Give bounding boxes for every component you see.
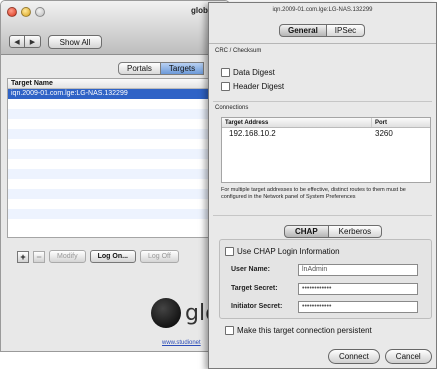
empty-row (8, 139, 229, 149)
persistent-row[interactable]: Make this target connection persistent (225, 326, 372, 335)
empty-row (8, 209, 229, 219)
initiator-secret-label: Initiator Secret: (231, 303, 283, 310)
log-on-button[interactable]: Log On... (89, 250, 136, 263)
persistent-checkbox[interactable] (225, 326, 234, 335)
back-arrow-icon[interactable]: ◀ (9, 35, 25, 48)
use-chap-checkbox[interactable] (225, 247, 234, 256)
target-secret-field[interactable]: •••••••••••• (298, 283, 418, 295)
header-digest-label: Header Digest (233, 82, 285, 91)
modify-button[interactable]: Modify (49, 250, 86, 263)
general-ipsec-tabs: General IPSec (279, 24, 366, 37)
use-chap-row[interactable]: Use CHAP Login Information (225, 247, 340, 256)
connections-label: Connections (215, 105, 249, 111)
data-digest-row[interactable]: Data Digest (221, 68, 275, 77)
target-secret-label: Target Secret: (231, 285, 278, 292)
back-window-titlebar: global ◀ ▶ Show All (1, 1, 229, 55)
routes-note: For multiple target addresses to be effe… (221, 187, 406, 200)
minimize-window-button[interactable] (21, 7, 31, 17)
use-chap-label: Use CHAP Login Information (237, 247, 340, 256)
header-digest-checkbox[interactable] (221, 82, 230, 91)
website-link[interactable]: www.studionet (162, 340, 201, 346)
logo-dot-icon (151, 298, 181, 328)
user-name-field[interactable]: lnAdmin (298, 264, 418, 276)
empty-row (8, 159, 229, 169)
connection-port: 3260 (375, 129, 393, 138)
target-address-column-header[interactable]: Target Address (222, 118, 372, 127)
divider (213, 101, 432, 102)
portals-targets-segmented-control: Portals Targets (118, 62, 205, 75)
tab-general[interactable]: General (279, 24, 327, 37)
empty-row (8, 189, 229, 199)
target-name-column-header[interactable]: Target Name (8, 79, 229, 89)
crc-checksum-label: CRC / Checksum (215, 48, 262, 54)
sheet-title: iqn.2009-01.com.lge:LG-NAS.132299 (272, 7, 373, 13)
targets-list[interactable]: Target Name iqn.2009-01.com.lge:LG-NAS.1… (7, 78, 229, 238)
data-digest-checkbox[interactable] (221, 68, 230, 77)
remove-target-button[interactable]: − (33, 250, 45, 263)
window-controls (7, 7, 45, 17)
zoom-window-button[interactable] (35, 7, 45, 17)
tab-kerberos[interactable]: Kerberos (328, 225, 383, 238)
show-all-button[interactable]: Show All (48, 35, 102, 49)
target-settings-sheet: iqn.2009-01.com.lge:LG-NAS.132299 Genera… (208, 2, 437, 369)
initiator-secret-field[interactable]: •••••••••••• (298, 301, 418, 313)
sheet-buttons: Connect Cancel (328, 349, 432, 364)
empty-row (8, 149, 229, 159)
tab-chap[interactable]: CHAP (284, 225, 329, 238)
port-column-header[interactable]: Port (372, 118, 430, 127)
target-actions: + − Modify Log On... Log Off (17, 250, 179, 263)
nav-buttons: ◀ ▶ (9, 35, 41, 48)
back-window: global ◀ ▶ Show All Portals Targets Targ… (0, 0, 230, 352)
close-window-button[interactable] (7, 7, 17, 17)
data-digest-label: Data Digest (233, 68, 275, 77)
auth-tabs: CHAP Kerberos (284, 225, 383, 238)
empty-row (8, 99, 229, 109)
connection-row[interactable]: 192.168.10.2 3260 (222, 128, 430, 139)
add-target-button[interactable]: + (17, 250, 29, 263)
cancel-button[interactable]: Cancel (384, 349, 432, 364)
connect-button[interactable]: Connect (328, 349, 380, 364)
connections-table-header: Target Address Port (222, 118, 430, 128)
user-name-label: User Name: (231, 266, 270, 273)
divider (213, 215, 432, 216)
connection-address: 192.168.10.2 (229, 129, 276, 138)
tab-pane-divider (209, 43, 436, 44)
empty-row (8, 129, 229, 139)
empty-row (8, 119, 229, 129)
header-digest-row[interactable]: Header Digest (221, 82, 284, 91)
empty-row (8, 219, 229, 229)
target-row[interactable]: iqn.2009-01.com.lge:LG-NAS.132299 (8, 89, 229, 99)
log-off-button[interactable]: Log Off (139, 250, 179, 263)
empty-row (8, 109, 229, 119)
empty-row (8, 169, 229, 179)
persistent-label: Make this target connection persistent (237, 326, 372, 335)
forward-arrow-icon[interactable]: ▶ (25, 35, 41, 48)
connections-table[interactable]: Target Address Port 192.168.10.2 3260 (221, 117, 431, 183)
tab-ipsec[interactable]: IPSec (326, 24, 366, 37)
tab-portals[interactable]: Portals (118, 62, 161, 75)
empty-row (8, 179, 229, 189)
tab-targets[interactable]: Targets (160, 62, 205, 75)
empty-row (8, 199, 229, 209)
